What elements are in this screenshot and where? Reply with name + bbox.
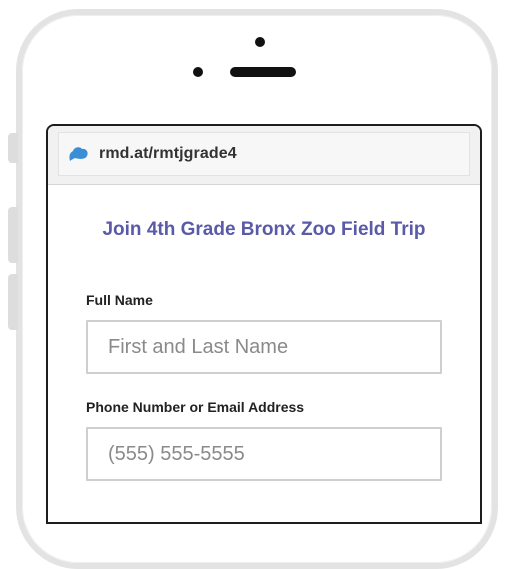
proximity-sensor: [193, 67, 203, 77]
volume-down-button: [8, 274, 18, 330]
front-camera: [255, 37, 265, 47]
browser-address-bar: rmd.at/rmtjgrade4: [48, 126, 480, 185]
contact-label: Phone Number or Email Address: [86, 399, 305, 415]
cloud-logo-icon: [69, 147, 88, 161]
page-title: Join 4th Grade Bronx Zoo Field Trip: [102, 219, 426, 240]
contact-input[interactable]: [86, 427, 442, 481]
phone-screen: rmd.at/rmtjgrade4 Join 4th Grade Bronx Z…: [46, 124, 482, 524]
url-text: rmd.at/rmtjgrade4: [99, 145, 237, 162]
volume-up-button: [8, 207, 18, 263]
url-field[interactable]: rmd.at/rmtjgrade4: [58, 132, 470, 176]
earpiece-speaker: [230, 67, 296, 77]
mute-switch: [8, 133, 18, 163]
full-name-input[interactable]: [86, 320, 442, 374]
full-name-label: Full Name: [86, 292, 153, 308]
